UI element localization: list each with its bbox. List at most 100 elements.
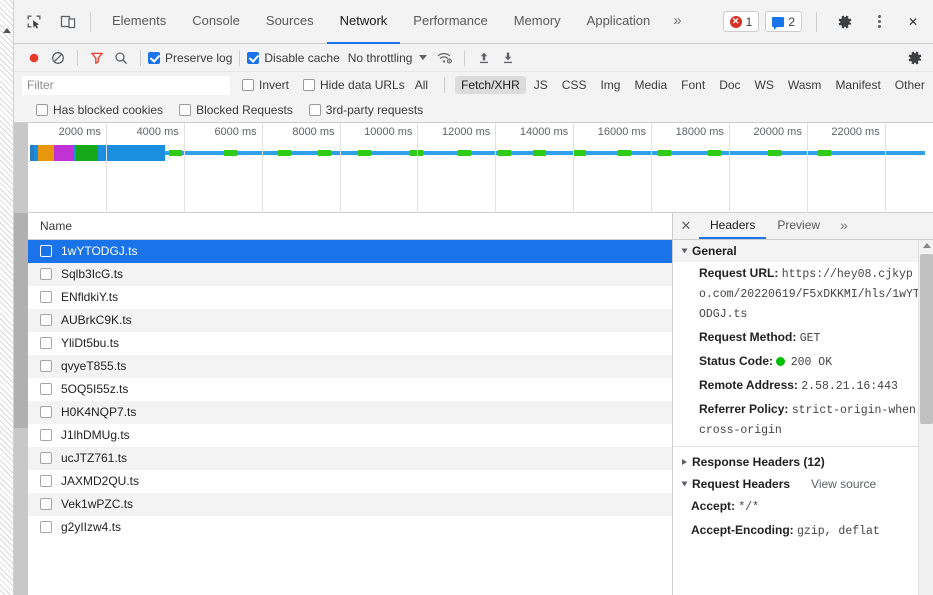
details-scroll-thumb[interactable] xyxy=(920,254,933,424)
details-more-tabs-icon[interactable]: » xyxy=(831,213,857,239)
table-row[interactable]: H0K4NQP7.ts xyxy=(14,401,672,424)
type-filter-font[interactable]: Font xyxy=(675,76,711,94)
table-row[interactable]: ENfldkiY.ts xyxy=(14,286,672,309)
blocked-requests-checkbox[interactable]: Blocked Requests xyxy=(179,103,293,117)
invert-label: Invert xyxy=(259,78,289,92)
chevron-down-icon xyxy=(419,55,427,60)
request-checkbox[interactable] xyxy=(40,498,52,510)
filter-row: Invert Hide data URLs All Fetch/XHR JS C… xyxy=(14,72,933,98)
gear-icon[interactable] xyxy=(831,8,859,36)
tab-application[interactable]: Application xyxy=(574,0,664,44)
request-headers-section-header[interactable]: Request Headers View source xyxy=(673,473,933,495)
message-count-badge[interactable]: 2 xyxy=(765,11,802,32)
table-row[interactable]: 1wYTODGJ.ts xyxy=(14,240,672,263)
tab-memory[interactable]: Memory xyxy=(501,0,574,44)
kebab-menu-icon[interactable] xyxy=(865,8,893,36)
request-name: ucJTZ761.ts xyxy=(61,451,127,465)
type-filter-fetch-xhr[interactable]: Fetch/XHR xyxy=(455,76,526,94)
type-filter-manifest[interactable]: Manifest xyxy=(829,76,886,94)
scroll-up-arrow-icon[interactable] xyxy=(923,243,931,248)
throttling-dropdown[interactable]: No throttling xyxy=(348,51,428,65)
request-checkbox[interactable] xyxy=(40,314,52,326)
wifi-settings-icon[interactable] xyxy=(433,47,457,69)
table-row[interactable]: YliDt5bu.ts xyxy=(14,332,672,355)
network-overview[interactable]: 2000 ms4000 ms6000 ms8000 ms10000 ms1200… xyxy=(14,123,933,213)
overview-request-bars xyxy=(28,145,933,161)
disable-cache-box xyxy=(247,52,259,64)
request-checkbox[interactable] xyxy=(40,337,52,349)
tab-sources[interactable]: Sources xyxy=(253,0,327,44)
table-row[interactable]: qvyeT855.ts xyxy=(14,355,672,378)
details-body: General Request URL: https://hey08.cjkyp… xyxy=(673,240,933,595)
scroll-up-arrow-icon[interactable] xyxy=(3,28,11,33)
column-header-name[interactable]: Name xyxy=(14,213,672,240)
export-har-icon[interactable] xyxy=(496,47,520,69)
search-icon[interactable] xyxy=(109,47,133,69)
invert-checkbox[interactable]: Invert xyxy=(242,78,289,92)
request-checkbox[interactable] xyxy=(40,521,52,533)
type-filter-ws[interactable]: WS xyxy=(749,76,780,94)
disable-cache-checkbox[interactable]: Disable cache xyxy=(247,51,339,65)
device-toolbar-icon[interactable] xyxy=(54,8,82,36)
table-row[interactable]: ucJTZ761.ts xyxy=(14,447,672,470)
close-icon[interactable]: ✕ xyxy=(899,8,927,36)
type-filter-wasm[interactable]: Wasm xyxy=(782,76,828,94)
request-checkbox[interactable] xyxy=(40,245,52,257)
details-tab-preview[interactable]: Preview xyxy=(766,213,831,239)
general-remote-address: Remote Address: 2.58.21.16:443 xyxy=(673,374,933,398)
record-button[interactable] xyxy=(22,47,46,69)
type-filter-media[interactable]: Media xyxy=(628,76,673,94)
request-checkbox[interactable] xyxy=(40,291,52,303)
inspect-element-icon[interactable] xyxy=(20,8,48,36)
general-section-header[interactable]: General xyxy=(673,240,933,262)
tab-network[interactable]: Network xyxy=(327,0,401,44)
import-har-icon[interactable] xyxy=(472,47,496,69)
overview-request-marker xyxy=(708,150,721,156)
request-checkbox[interactable] xyxy=(40,268,52,280)
tab-performance[interactable]: Performance xyxy=(400,0,500,44)
filter-funnel-icon[interactable] xyxy=(85,47,109,69)
table-row[interactable]: 5OQ5I55z.ts xyxy=(14,378,672,401)
type-filter-doc[interactable]: Doc xyxy=(713,76,746,94)
type-filter-all[interactable]: All xyxy=(409,76,434,94)
table-row[interactable]: AUBrkC9K.ts xyxy=(14,309,672,332)
filter-input[interactable] xyxy=(22,76,230,95)
request-checkbox[interactable] xyxy=(40,475,52,487)
has-blocked-cookies-checkbox[interactable]: Has blocked cookies xyxy=(36,103,163,117)
tab-console[interactable]: Console xyxy=(179,0,253,44)
network-settings-gear-icon[interactable] xyxy=(903,47,927,69)
table-row[interactable]: JAXMD2QU.ts xyxy=(14,470,672,493)
details-tab-headers[interactable]: Headers xyxy=(699,213,766,239)
error-count-badge[interactable]: ✕ 1 xyxy=(723,11,760,32)
type-filter-other[interactable]: Other xyxy=(889,76,931,94)
request-list-scroll-thumb[interactable] xyxy=(14,213,28,428)
request-checkbox[interactable] xyxy=(40,406,52,418)
details-close-icon[interactable]: ✕ xyxy=(673,213,699,239)
table-row[interactable]: Vek1wPZC.ts xyxy=(14,493,672,516)
request-checkbox[interactable] xyxy=(40,383,52,395)
table-row[interactable]: g2yIIzw4.ts xyxy=(14,516,672,539)
clear-button[interactable] xyxy=(46,47,70,69)
resource-type-filters: All Fetch/XHR JS CSS Img Media Font Doc … xyxy=(409,76,931,94)
hide-data-urls-checkbox[interactable]: Hide data URLs xyxy=(303,78,405,92)
request-checkbox[interactable] xyxy=(40,452,52,464)
third-party-requests-checkbox[interactable]: 3rd-party requests xyxy=(309,103,423,117)
timeline-gridline xyxy=(262,123,263,213)
details-scrollbar[interactable] xyxy=(918,240,933,595)
response-headers-section-header[interactable]: Response Headers (12) xyxy=(673,451,933,473)
type-filter-js[interactable]: JS xyxy=(528,76,554,94)
table-row[interactable]: Sqlb3IcG.ts xyxy=(14,263,672,286)
tab-elements[interactable]: Elements xyxy=(99,0,179,44)
overview-request-marker xyxy=(458,150,471,156)
network-main: Name 1wYTODGJ.tsSqlb3IcG.tsENfldkiY.tsAU… xyxy=(14,213,933,595)
view-source-link[interactable]: View source xyxy=(811,477,876,491)
request-checkbox[interactable] xyxy=(40,360,52,372)
type-divider xyxy=(444,77,445,93)
preserve-log-checkbox[interactable]: Preserve log xyxy=(148,51,232,65)
table-row[interactable]: J1lhDMUg.ts xyxy=(14,424,672,447)
type-filter-img[interactable]: Img xyxy=(594,76,626,94)
type-filter-css[interactable]: CSS xyxy=(556,76,593,94)
request-checkbox[interactable] xyxy=(40,429,52,441)
request-name: JAXMD2QU.ts xyxy=(61,474,139,488)
more-tabs-icon[interactable]: » xyxy=(663,0,691,44)
